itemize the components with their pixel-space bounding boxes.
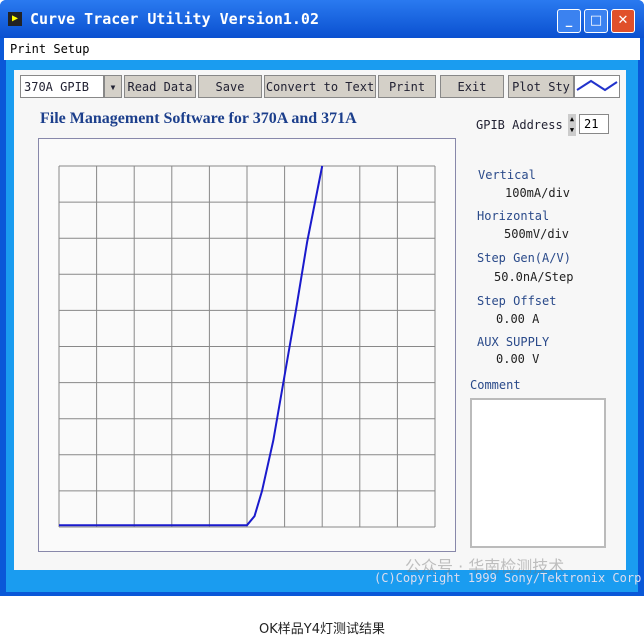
plot-style-picker[interactable] bbox=[574, 75, 620, 98]
save-button[interactable]: Save bbox=[198, 75, 262, 98]
setting-label: Step Offset bbox=[477, 294, 557, 308]
iv-curve bbox=[59, 165, 324, 527]
maximize-button[interactable]: □ bbox=[584, 9, 608, 33]
setting-label: Vertical bbox=[478, 168, 536, 182]
read-data-button[interactable]: Read Data bbox=[124, 75, 196, 98]
plot-style-label: Plot Sty bbox=[508, 75, 574, 98]
menu-print-setup[interactable]: Print Setup bbox=[10, 42, 89, 56]
convert-to-text-button[interactable]: Convert to Text bbox=[264, 75, 376, 98]
close-button[interactable]: ✕ bbox=[611, 9, 635, 33]
chevron-down-icon[interactable]: ▾ bbox=[104, 75, 122, 98]
setting-label: Horizontal bbox=[477, 209, 550, 223]
setting-value: 100mA/div bbox=[505, 186, 571, 200]
comment-textarea[interactable] bbox=[470, 398, 606, 548]
setting-label: AUX SUPPLY bbox=[477, 335, 550, 349]
gpib-address-input[interactable]: 21 bbox=[579, 114, 609, 134]
setting-value: 50.0nA/Step bbox=[494, 270, 574, 284]
gpib-stepper[interactable]: ▲ ▼ bbox=[568, 114, 576, 136]
page-title: File Management Software for 370A and 37… bbox=[40, 110, 357, 127]
device-select[interactable]: 370A GPIB bbox=[20, 75, 104, 98]
caption: OK样品Y4灯测试结果 bbox=[259, 622, 385, 637]
setting-value: 0.00 A bbox=[496, 312, 540, 326]
gpib-label: GPIB Address bbox=[476, 118, 563, 132]
menu-bar: Print Setup bbox=[4, 38, 640, 60]
minimize-button[interactable]: _ bbox=[557, 9, 581, 33]
line-style-icon bbox=[576, 79, 618, 92]
plot-area bbox=[38, 138, 456, 552]
setting-value: 0.00 V bbox=[496, 352, 540, 366]
copyright-text: (C)Copyright 1999 Sony/Tektronix Corp bbox=[374, 571, 642, 585]
window-title: Curve Tracer Utility Version1.02 bbox=[30, 10, 319, 28]
print-button[interactable]: Print bbox=[378, 75, 436, 98]
device-select-value: 370A GPIB bbox=[24, 80, 90, 94]
app-icon: ▶ bbox=[8, 12, 22, 26]
title-bar: ▶ Curve Tracer Utility Version1.02 _ □ ✕ bbox=[0, 0, 644, 38]
exit-button[interactable]: Exit bbox=[440, 75, 504, 98]
comment-label: Comment bbox=[470, 378, 521, 392]
curve-plot bbox=[58, 165, 436, 528]
setting-value: 500mV/div bbox=[504, 227, 570, 241]
setting-label: Step Gen(A/V) bbox=[477, 251, 571, 265]
